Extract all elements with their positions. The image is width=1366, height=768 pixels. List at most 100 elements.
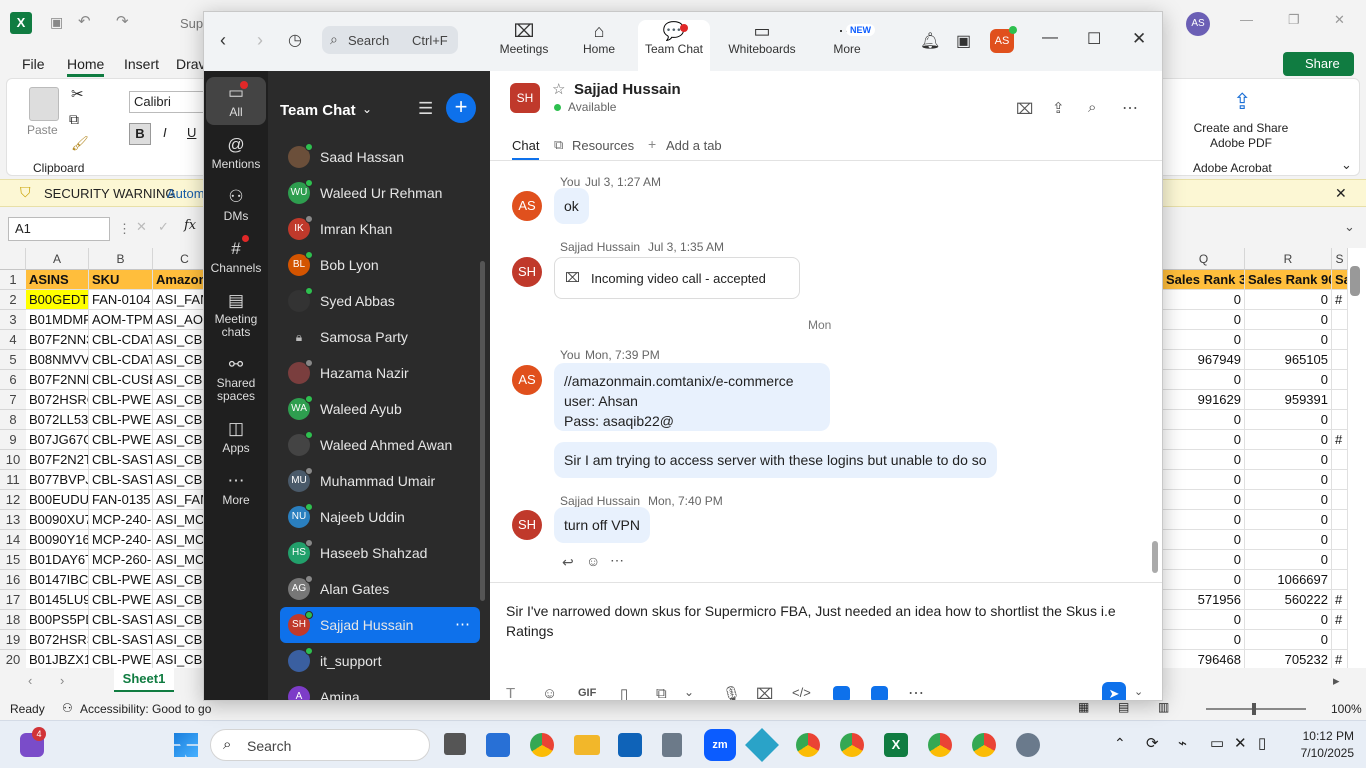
excel-restore-icon[interactable]: ❐ (1288, 12, 1300, 28)
cell-s[interactable] (1332, 570, 1348, 590)
chat-list-title[interactable]: Team Chat (280, 102, 356, 119)
italic-button[interactable]: I (163, 125, 167, 140)
cell-sales-rank-90[interactable]: 0 (1245, 470, 1332, 490)
cell-sales-rank-30[interactable]: 0 (1163, 550, 1245, 570)
tab-home[interactable]: Home (67, 56, 105, 77)
chat-list-item[interactable]: HS Haseeb Shahzad (280, 535, 480, 571)
column-header-q[interactable]: Q (1163, 248, 1245, 270)
create-pdf-button[interactable]: Create and Share Adobe PDF (1183, 121, 1299, 151)
chat-list-item[interactable]: Waleed Ahmed Awan (280, 427, 480, 463)
cell-sales-rank-90[interactable]: 1066697 (1245, 570, 1332, 590)
vertical-scrollbar[interactable] (1350, 266, 1360, 296)
clock-date[interactable]: 7/10/2025 (1292, 746, 1354, 760)
cell-sales-rank-90[interactable]: 0 (1245, 330, 1332, 350)
app-icon[interactable] (745, 728, 779, 762)
chat-list-item[interactable]: 🔒︎ Samosa Party (280, 319, 480, 355)
rail-dms[interactable]: ⚇ DMs (206, 185, 266, 223)
maximize-icon[interactable]: ☐ (1087, 29, 1101, 49)
emoji-reaction-icon[interactable]: ☺ (586, 553, 600, 569)
chat-list-item[interactable]: Syed Abbas (280, 283, 480, 319)
settings-icon[interactable] (1016, 733, 1040, 757)
chat-list-item[interactable]: it_support (280, 643, 480, 679)
row-header[interactable]: 16 (0, 570, 26, 590)
cell-sku[interactable]: FAN-0135 (89, 490, 153, 510)
star-icon[interactable]: ☆ (552, 80, 565, 98)
font-name-field[interactable]: Calibri (129, 91, 209, 113)
more-tools-icon[interactable]: ⋯ (908, 683, 924, 700)
cell-sku[interactable]: CBL-CDAT (89, 350, 153, 370)
cell-asin[interactable]: B00EUDU (26, 490, 89, 510)
close-warning-icon[interactable]: ✕ (1335, 185, 1347, 202)
row-header[interactable]: 5 (0, 350, 26, 370)
cell-s[interactable] (1332, 510, 1348, 530)
cell-sales-rank-30[interactable]: 0 (1163, 370, 1245, 390)
cell-sales-rank-90[interactable]: 0 (1245, 310, 1332, 330)
cell-sales-rank-30[interactable]: 967949 (1163, 350, 1245, 370)
row-header[interactable]: 8 (0, 410, 26, 430)
chevron-down-icon[interactable]: ⌄ (362, 102, 372, 116)
tray-sync-icon[interactable]: ⟳ (1146, 734, 1159, 752)
chat-list-item[interactable]: AG Alan Gates (280, 571, 480, 607)
rail-channels[interactable]: # Channels (206, 237, 266, 275)
message-bubble[interactable]: ok (554, 188, 589, 224)
format-text-icon[interactable]: T (506, 685, 515, 700)
cell-sales-rank-30[interactable]: 0 (1163, 470, 1245, 490)
back-icon[interactable]: ‹ (220, 30, 226, 51)
cell-s[interactable] (1332, 530, 1348, 550)
row-header[interactable]: 3 (0, 310, 26, 330)
tab-chat[interactable]: Chat (512, 138, 540, 160)
excel-minimize-icon[interactable]: — (1240, 12, 1253, 27)
cell-sales-rank-30[interactable]: 796468 (1163, 650, 1245, 670)
cell-asin[interactable]: B077BVPJ (26, 470, 89, 490)
next-sheet-icon[interactable]: › (60, 673, 64, 688)
zoom-taskbar-icon[interactable]: zm (704, 729, 736, 761)
cell-sales-rank-90[interactable]: 965105 (1245, 350, 1332, 370)
call-event-card[interactable]: ⌧ Incoming video call - accepted (554, 257, 800, 299)
cell-sales-rank-90[interactable]: 959391 (1245, 390, 1332, 410)
cell-s[interactable]: # (1332, 590, 1348, 610)
cell-s[interactable] (1332, 450, 1348, 470)
tray-chevron-icon[interactable]: ⌃ (1114, 735, 1126, 752)
cell-sku[interactable]: CBL-SAST (89, 630, 153, 650)
nav-meetings[interactable]: ⌧ Meetings (494, 20, 554, 68)
cell-s[interactable] (1332, 370, 1348, 390)
cell-sales-rank-30[interactable]: 0 (1163, 410, 1245, 430)
close-icon[interactable]: ✕ (1132, 29, 1146, 49)
message-avatar[interactable]: AS (512, 191, 542, 221)
cell-sales-rank-90[interactable]: 0 (1245, 370, 1332, 390)
cell-s[interactable]: # (1332, 430, 1348, 450)
cell-sales-rank-90[interactable]: 0 (1245, 610, 1332, 630)
underline-button[interactable]: U (187, 125, 196, 140)
volume-icon[interactable]: ✕ (1234, 734, 1247, 752)
scroll-right-icon[interactable]: ▸ (1333, 673, 1340, 689)
chat-list-item[interactable]: WU Waleed Ur Rehman (280, 175, 480, 211)
cell-asin[interactable]: B00PS5PD (26, 610, 89, 630)
emoji-icon[interactable]: ☺ (542, 685, 557, 700)
chrome-profile-icon[interactable] (840, 733, 864, 757)
more-actions-icon[interactable]: ⋯ (610, 552, 624, 569)
row-header[interactable]: 4 (0, 330, 26, 350)
cell-sku[interactable]: CBL-SAST (89, 470, 153, 490)
row-header[interactable]: 15 (0, 550, 26, 570)
more-options-icon[interactable]: ⋯ (455, 615, 470, 633)
cell-sales-rank-30[interactable]: 571956 (1163, 590, 1245, 610)
nav-more[interactable]: ⋯MoreNEW (824, 20, 875, 68)
nav-team-chat[interactable]: 💬 Team Chat (638, 20, 710, 72)
cell-sales-rank-30[interactable]: 0 (1163, 310, 1245, 330)
cell-sku[interactable]: AOM-TPM (89, 310, 153, 330)
cell-asin[interactable]: B072HSRS (26, 630, 89, 650)
cancel-formula-icon[interactable]: ✕ (136, 219, 147, 235)
send-button[interactable]: ➤ (1102, 682, 1126, 700)
cell-sales-rank-90[interactable]: 0 (1245, 510, 1332, 530)
select-all-corner[interactable] (0, 248, 26, 270)
cell-asin[interactable]: B07F2NNL (26, 370, 89, 390)
cell-s[interactable] (1332, 350, 1348, 370)
video-message-icon[interactable]: ⌧ (756, 685, 773, 700)
cell-s[interactable] (1332, 630, 1348, 650)
cell-asin[interactable]: B01MDMR (26, 310, 89, 330)
page-layout-icon[interactable]: ▤ (1118, 700, 1129, 714)
cell-sales-rank-30[interactable]: 0 (1163, 630, 1245, 650)
cell-sku[interactable]: MCP-240- (89, 510, 153, 530)
outlook-icon[interactable] (618, 733, 642, 757)
row-header[interactable]: 12 (0, 490, 26, 510)
